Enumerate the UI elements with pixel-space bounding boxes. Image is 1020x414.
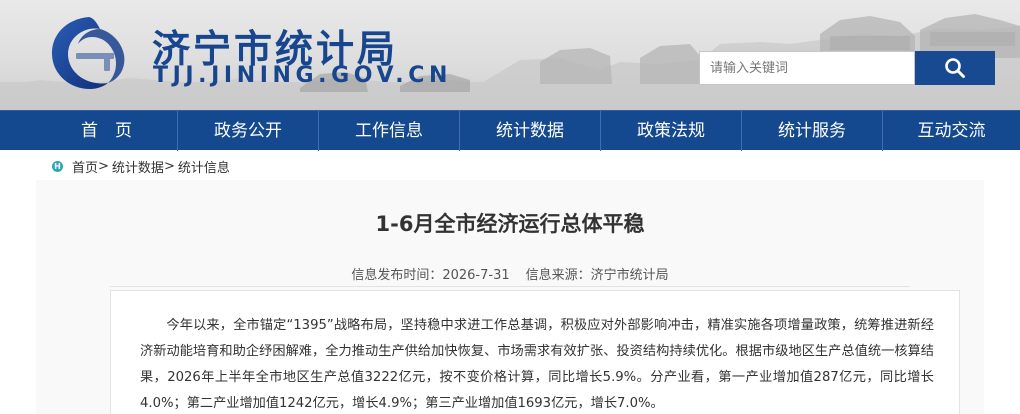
search-icon [945, 58, 965, 78]
breadcrumb-separator: > [163, 158, 175, 174]
nav-statistics-services[interactable]: 统计服务 [742, 111, 882, 151]
nav-government-affairs[interactable]: 政务公开 [178, 111, 318, 151]
breadcrumb-statistics-data[interactable]: 统计数据 [112, 157, 164, 176]
article-title: 1-6月全市经济运行总体平稳 [375, 212, 645, 236]
breadcrumb: H 首页 > 统计数据 > 统计信息 [52, 157, 230, 176]
jining-statistics-logo [51, 17, 125, 89]
nav-work-info[interactable]: 工作信息 [319, 111, 459, 151]
nav-interaction[interactable]: 互动交流 [883, 111, 1020, 151]
breadcrumb-separator: > [98, 158, 109, 174]
search-button[interactable] [915, 51, 995, 85]
divider [110, 286, 910, 287]
main-nav: 首 页 政务公开 工作信息 统计数据 政策法规 统计服务 互动交流 [0, 110, 1020, 151]
publish-time: 信息发布时间：2026-7-31 [351, 268, 510, 283]
info-source: 信息来源：济宁市统计局 [525, 268, 669, 283]
breadcrumb-home[interactable]: 首页 [72, 157, 98, 176]
nav-statistics-data[interactable]: 统计数据 [460, 111, 600, 151]
site-header: 济宁市统计局 TJJ.JINING.GOV.CN [0, 0, 1020, 110]
home-icon: H [52, 160, 63, 172]
search-input[interactable] [699, 51, 915, 85]
breadcrumb-statistics-info[interactable]: 统计信息 [178, 157, 230, 176]
site-domain: TJJ.JINING.GOV.CN [153, 63, 453, 88]
article-body: 今年以来，全市锚定“1395”战略布局，坚持稳中求进工作总基调，积极应对外部影响… [140, 318, 934, 411]
article-meta: 信息发布时间：2026-7-31 信息来源：济宁市统计局 [0, 264, 1020, 283]
nav-home[interactable]: 首 页 [36, 111, 177, 151]
nav-policies-regulations[interactable]: 政策法规 [601, 111, 741, 151]
